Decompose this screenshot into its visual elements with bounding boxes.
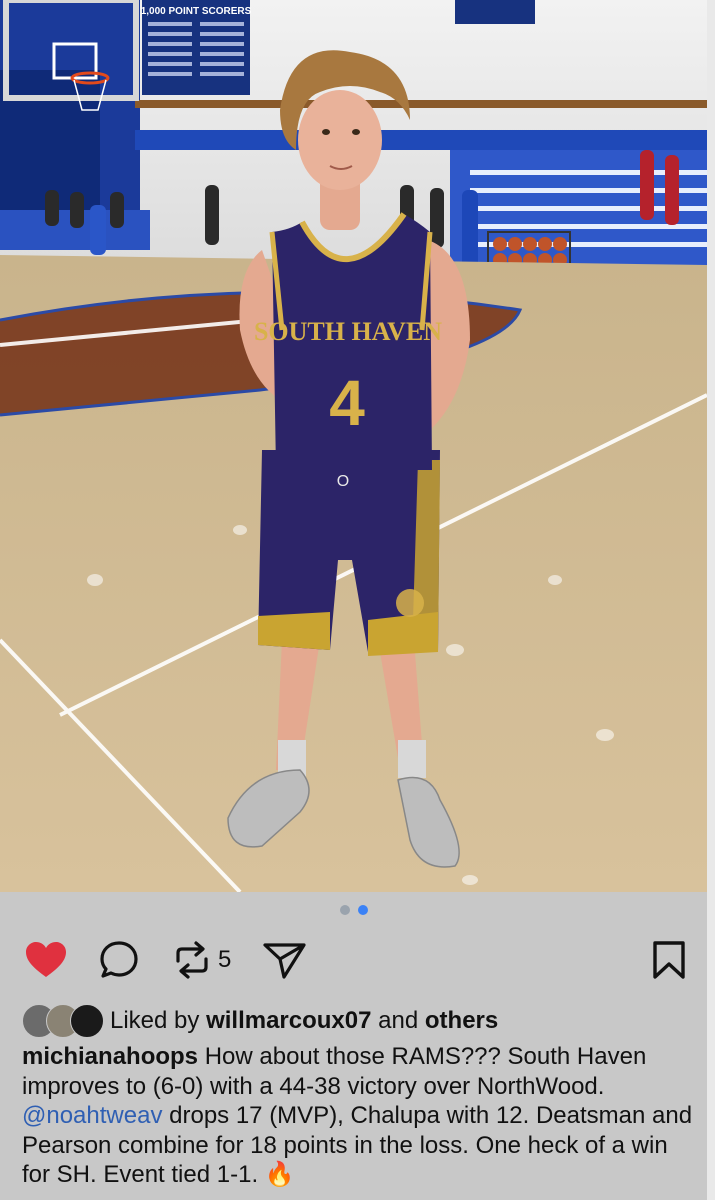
action-bar: 5 — [24, 938, 687, 982]
avatar — [70, 1004, 104, 1038]
send-icon — [262, 939, 308, 981]
carousel-dot-active[interactable] — [357, 905, 368, 915]
comment-button[interactable] — [98, 938, 140, 982]
post-caption: michianahoops How about those RAMS??? So… — [22, 1042, 702, 1190]
repost-count: 5 — [218, 946, 232, 973]
liked-by[interactable]: Liked by willmarcoux07 and others — [22, 1004, 498, 1038]
carousel-indicator — [0, 905, 707, 915]
comment-icon — [98, 939, 140, 981]
liked-by-user[interactable]: willmarcoux07 — [206, 1007, 371, 1035]
jersey-team-name: SOUTH HAVEN — [254, 317, 442, 346]
heart-filled-icon — [24, 940, 68, 980]
share-button[interactable] — [262, 938, 308, 982]
repost-button[interactable]: 5 — [172, 938, 231, 982]
caption-username[interactable]: michianahoops — [22, 1043, 198, 1070]
like-button[interactable] — [24, 938, 68, 982]
carousel-dot[interactable] — [339, 905, 350, 915]
jersey-number: 4 — [329, 367, 365, 439]
save-button[interactable] — [651, 938, 687, 982]
right-gutter — [707, 0, 715, 1200]
post-photo[interactable]: 1,000 POINT SCORERS O SOUTH HAVEN 4 — [0, 0, 707, 892]
caption-mention[interactable]: @noahtweav — [22, 1102, 162, 1129]
liked-by-prefix: Liked by — [110, 1007, 200, 1034]
face — [298, 90, 382, 190]
bookmark-icon — [651, 940, 687, 980]
fire-emoji: 🔥 — [264, 1161, 295, 1188]
liker-avatars — [22, 1004, 104, 1038]
shorts-waist-logo: O — [337, 473, 349, 490]
post-footer: 5 Liked by willmarcoux07 and others mich… — [0, 892, 707, 1200]
liked-by-others[interactable]: others — [425, 1007, 498, 1035]
banner-title: 1,000 POINT SCORERS — [141, 6, 252, 17]
repost-icon — [172, 939, 212, 981]
shorts-logo — [396, 589, 424, 617]
liked-by-and: and — [378, 1007, 419, 1034]
